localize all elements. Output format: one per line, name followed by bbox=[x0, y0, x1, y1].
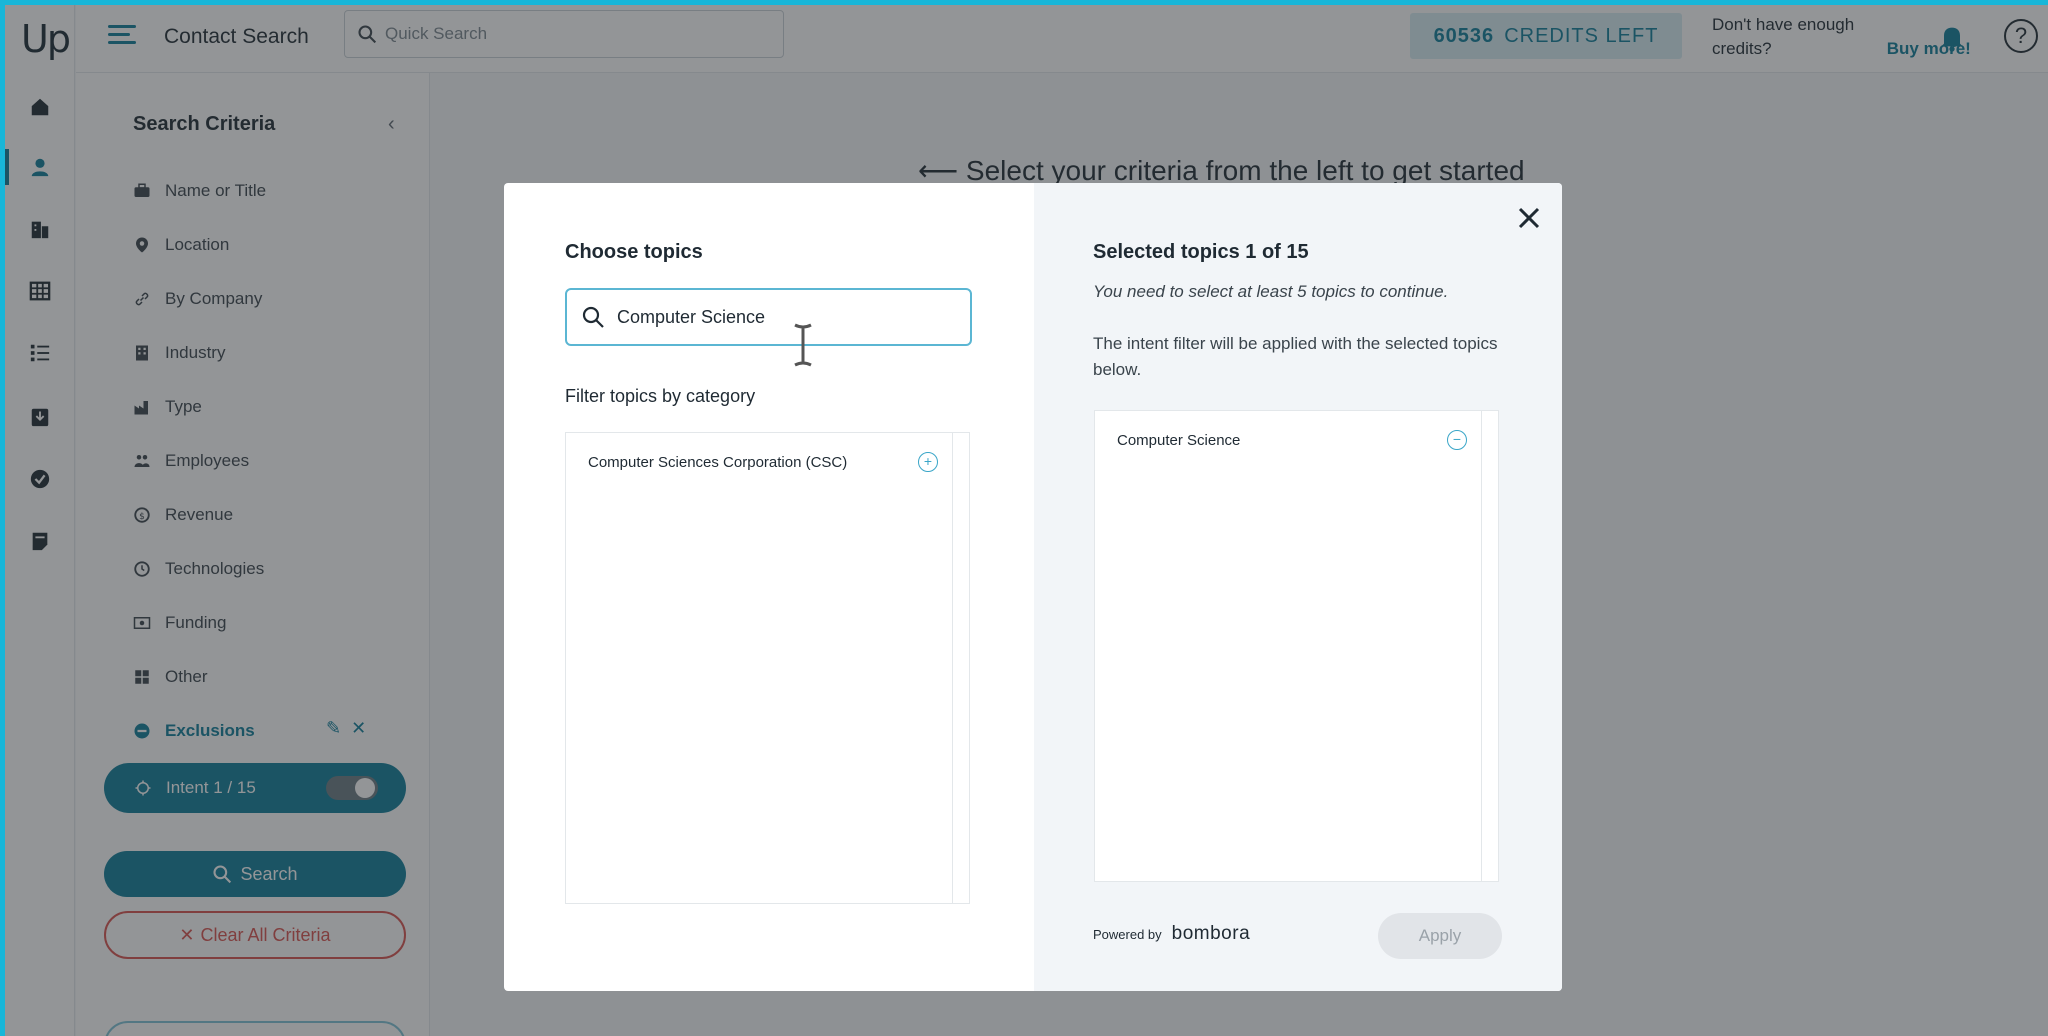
topic-search-input[interactable] bbox=[617, 306, 947, 328]
choose-topics-modal: Choose topics Filter topics by category … bbox=[504, 183, 1562, 991]
selection-note: The intent filter will be applied with t… bbox=[1093, 334, 1498, 379]
selection-warning: You need to select at least 5 topics to … bbox=[1093, 282, 1449, 301]
add-topic-icon[interactable]: + bbox=[918, 452, 938, 472]
remove-topic-icon[interactable]: − bbox=[1447, 430, 1467, 450]
powered-by-label: Powered by bbox=[1093, 927, 1162, 942]
selected-topics-list: Computer Science − bbox=[1094, 410, 1499, 882]
close-icon[interactable] bbox=[1514, 203, 1544, 233]
selected-topics-title: Selected topics 1 of 15 bbox=[1093, 241, 1309, 263]
text-cursor-icon bbox=[794, 323, 812, 367]
search-icon bbox=[582, 306, 604, 328]
window-frame-left bbox=[0, 0, 5, 1036]
powered-by: Powered by bombora bbox=[1093, 923, 1250, 945]
bombora-logo: bombora bbox=[1171, 923, 1251, 944]
filter-by-category-label: Filter topics by category bbox=[565, 386, 756, 406]
topic-name: Computer Sciences Corporation (CSC) bbox=[588, 453, 848, 471]
apply-button[interactable]: Apply bbox=[1378, 913, 1502, 959]
scrollbar[interactable] bbox=[1481, 411, 1482, 881]
list-item: Computer Science − bbox=[1117, 425, 1467, 455]
topic-name: Computer Science bbox=[1117, 431, 1241, 449]
scrollbar[interactable] bbox=[952, 433, 953, 903]
topic-search-box[interactable] bbox=[565, 288, 972, 346]
list-item[interactable]: Computer Sciences Corporation (CSC) + bbox=[588, 447, 938, 477]
window-frame-top bbox=[0, 0, 2048, 5]
topic-results-list: Computer Sciences Corporation (CSC) + bbox=[565, 432, 970, 904]
choose-topics-title: Choose topics bbox=[565, 241, 703, 263]
